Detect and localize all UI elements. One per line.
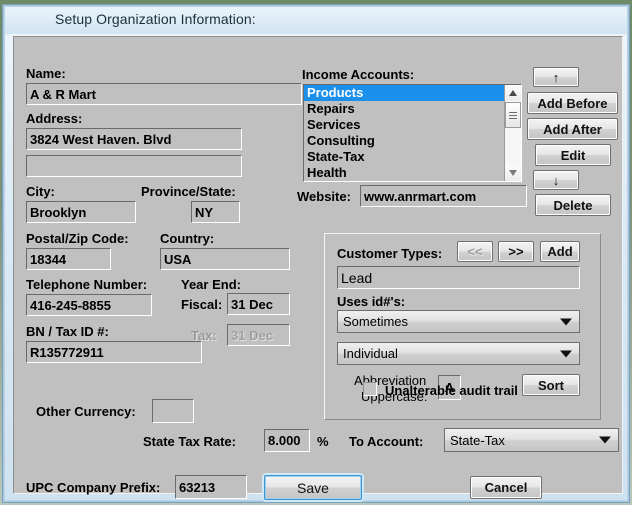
chevron-down-icon bbox=[560, 350, 572, 357]
list-item[interactable]: Services bbox=[304, 117, 521, 133]
scroll-down-icon[interactable] bbox=[505, 165, 521, 181]
customer-type-add-button[interactable]: Add bbox=[540, 241, 580, 262]
website-label: Website: bbox=[297, 189, 351, 204]
address-label: Address: bbox=[26, 111, 83, 126]
website-field[interactable]: www.anrmart.com bbox=[360, 185, 527, 207]
postal-field[interactable]: 18344 bbox=[26, 248, 111, 270]
uses-ids-value: Sometimes bbox=[343, 314, 409, 329]
customer-type-next-button[interactable]: >> bbox=[498, 241, 534, 262]
customer-type-prev-button[interactable]: << bbox=[457, 241, 493, 262]
income-accounts-listbox[interactable]: Products Repairs Services Consulting State-T… bbox=[303, 84, 522, 182]
window-frame-inner: Setup Organization Information: Name: A … bbox=[4, 6, 628, 501]
add-before-button[interactable]: Add Before bbox=[527, 92, 618, 114]
list-item[interactable]: Products bbox=[304, 85, 521, 101]
list-item[interactable]: Health bbox=[304, 165, 521, 181]
delete-button[interactable]: Delete bbox=[535, 194, 611, 216]
chevron-down-icon bbox=[599, 436, 611, 444]
postal-label: Postal/Zip Code: bbox=[26, 231, 129, 246]
fiscal-year-end-field[interactable]: 31 Dec bbox=[227, 293, 290, 315]
city-field[interactable]: Brooklyn bbox=[26, 201, 136, 223]
list-item[interactable]: State-Tax bbox=[304, 149, 521, 165]
arrow-up-icon: ↑ bbox=[552, 69, 560, 85]
to-account-value: State-Tax bbox=[450, 432, 505, 448]
title-bar: Setup Organization Information: bbox=[5, 7, 627, 34]
cancel-button[interactable]: Cancel bbox=[470, 476, 542, 499]
state-tax-rate-field[interactable]: 8.000 bbox=[264, 429, 310, 452]
percent-symbol: % bbox=[317, 434, 329, 449]
bn-tax-id-label: BN / Tax ID #: bbox=[26, 324, 109, 339]
arrow-down-icon: ↓ bbox=[552, 172, 560, 188]
move-up-button[interactable]: ↑ bbox=[533, 67, 579, 87]
other-currency-label: Other Currency: bbox=[36, 404, 136, 419]
city-label: City: bbox=[26, 184, 55, 199]
to-account-label: To Account: bbox=[349, 434, 424, 449]
uses-ids-label: Uses id#'s: bbox=[337, 294, 406, 309]
customer-type-field[interactable]: Lead bbox=[337, 266, 580, 289]
scrollbar-thumb[interactable] bbox=[505, 102, 521, 128]
unalterable-audit-trail-label: Unalterable audit trail bbox=[385, 383, 518, 398]
dialog-client-area: Name: A & R Mart Address: 3824 West Have… bbox=[13, 36, 623, 500]
address-line2-field[interactable] bbox=[26, 155, 242, 177]
entity-type-select[interactable]: Individual bbox=[337, 342, 580, 365]
telephone-label: Telephone Number: bbox=[26, 277, 148, 292]
income-accounts-list: Products Repairs Services Consulting State-T… bbox=[304, 85, 521, 181]
income-accounts-label: Income Accounts: bbox=[302, 67, 415, 82]
customer-types-label: Customer Types: bbox=[337, 246, 443, 261]
save-button[interactable]: Save bbox=[264, 475, 362, 500]
listbox-scrollbar[interactable] bbox=[504, 85, 521, 181]
uses-ids-select[interactable]: Sometimes bbox=[337, 310, 580, 333]
country-field[interactable]: USA bbox=[160, 248, 290, 270]
add-after-button[interactable]: Add After bbox=[527, 118, 618, 140]
address-line1-field[interactable]: 3824 West Haven. Blvd bbox=[26, 128, 242, 150]
upc-company-prefix-label: UPC Company Prefix: bbox=[26, 480, 161, 495]
unalterable-audit-trail-checkbox[interactable] bbox=[363, 382, 377, 396]
dialog-window: Setup Organization Information: Name: A … bbox=[2, 4, 630, 503]
fiscal-label: Fiscal: bbox=[181, 297, 223, 312]
scroll-up-icon[interactable] bbox=[505, 85, 521, 101]
state-tax-rate-label: State Tax Rate: bbox=[143, 434, 236, 449]
window-title: Setup Organization Information: bbox=[55, 11, 256, 27]
upc-company-prefix-field[interactable]: 63213 bbox=[175, 475, 247, 499]
list-item[interactable]: Consulting bbox=[304, 133, 521, 149]
telephone-field[interactable]: 416-245-8855 bbox=[26, 294, 152, 316]
sort-button[interactable]: Sort bbox=[522, 374, 580, 396]
tax-year-end-field: 31 Dec bbox=[227, 324, 290, 346]
country-label: Country: bbox=[160, 231, 215, 246]
to-account-select[interactable]: State-Tax bbox=[444, 428, 619, 452]
chevron-down-icon bbox=[560, 318, 572, 325]
name-field[interactable]: A & R Mart bbox=[26, 83, 302, 105]
move-down-button[interactable]: ↓ bbox=[533, 170, 579, 190]
other-currency-field[interactable] bbox=[152, 399, 194, 423]
province-label: Province/State: bbox=[141, 184, 236, 199]
year-end-label: Year End: bbox=[181, 277, 241, 292]
list-item[interactable]: Repairs bbox=[304, 101, 521, 117]
name-label: Name: bbox=[26, 66, 66, 81]
entity-type-value: Individual bbox=[343, 346, 398, 361]
province-field[interactable]: NY bbox=[191, 201, 240, 223]
edit-button[interactable]: Edit bbox=[535, 144, 611, 166]
bn-tax-id-field[interactable]: R135772911 bbox=[26, 341, 202, 363]
